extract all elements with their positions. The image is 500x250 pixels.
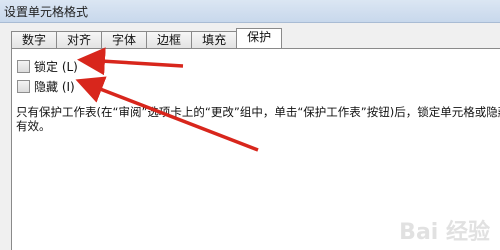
tab-number[interactable]: 数字 bbox=[11, 31, 58, 48]
dialog-titlebar: 设置单元格格式 bbox=[0, 0, 500, 23]
tab-border[interactable]: 边框 bbox=[146, 31, 193, 48]
protection-description-line1: 只有保护工作表(在“审阅”选项卡上的“更改”组中，单击“保护工作表”按钮)后，锁… bbox=[16, 106, 500, 119]
tab-bar: 数字 对齐 字体 边框 填充 保护 bbox=[11, 28, 283, 48]
watermark: Bai 经验 bbox=[399, 220, 490, 245]
hidden-option[interactable]: 隐藏 (I) bbox=[17, 78, 75, 95]
locked-checkbox[interactable] bbox=[17, 60, 30, 73]
locked-label[interactable]: 锁定 (L) bbox=[34, 58, 78, 75]
tab-fill[interactable]: 填充 bbox=[191, 31, 238, 48]
hidden-checkbox[interactable] bbox=[17, 80, 30, 93]
hidden-label[interactable]: 隐藏 (I) bbox=[34, 78, 75, 95]
tab-protection[interactable]: 保护 bbox=[236, 28, 283, 48]
locked-option[interactable]: 锁定 (L) bbox=[17, 58, 78, 75]
tab-alignment[interactable]: 对齐 bbox=[56, 31, 103, 48]
protection-description-line2: 有效。 bbox=[16, 120, 51, 133]
dialog-title: 设置单元格格式 bbox=[4, 5, 89, 19]
tab-font[interactable]: 字体 bbox=[101, 31, 148, 48]
